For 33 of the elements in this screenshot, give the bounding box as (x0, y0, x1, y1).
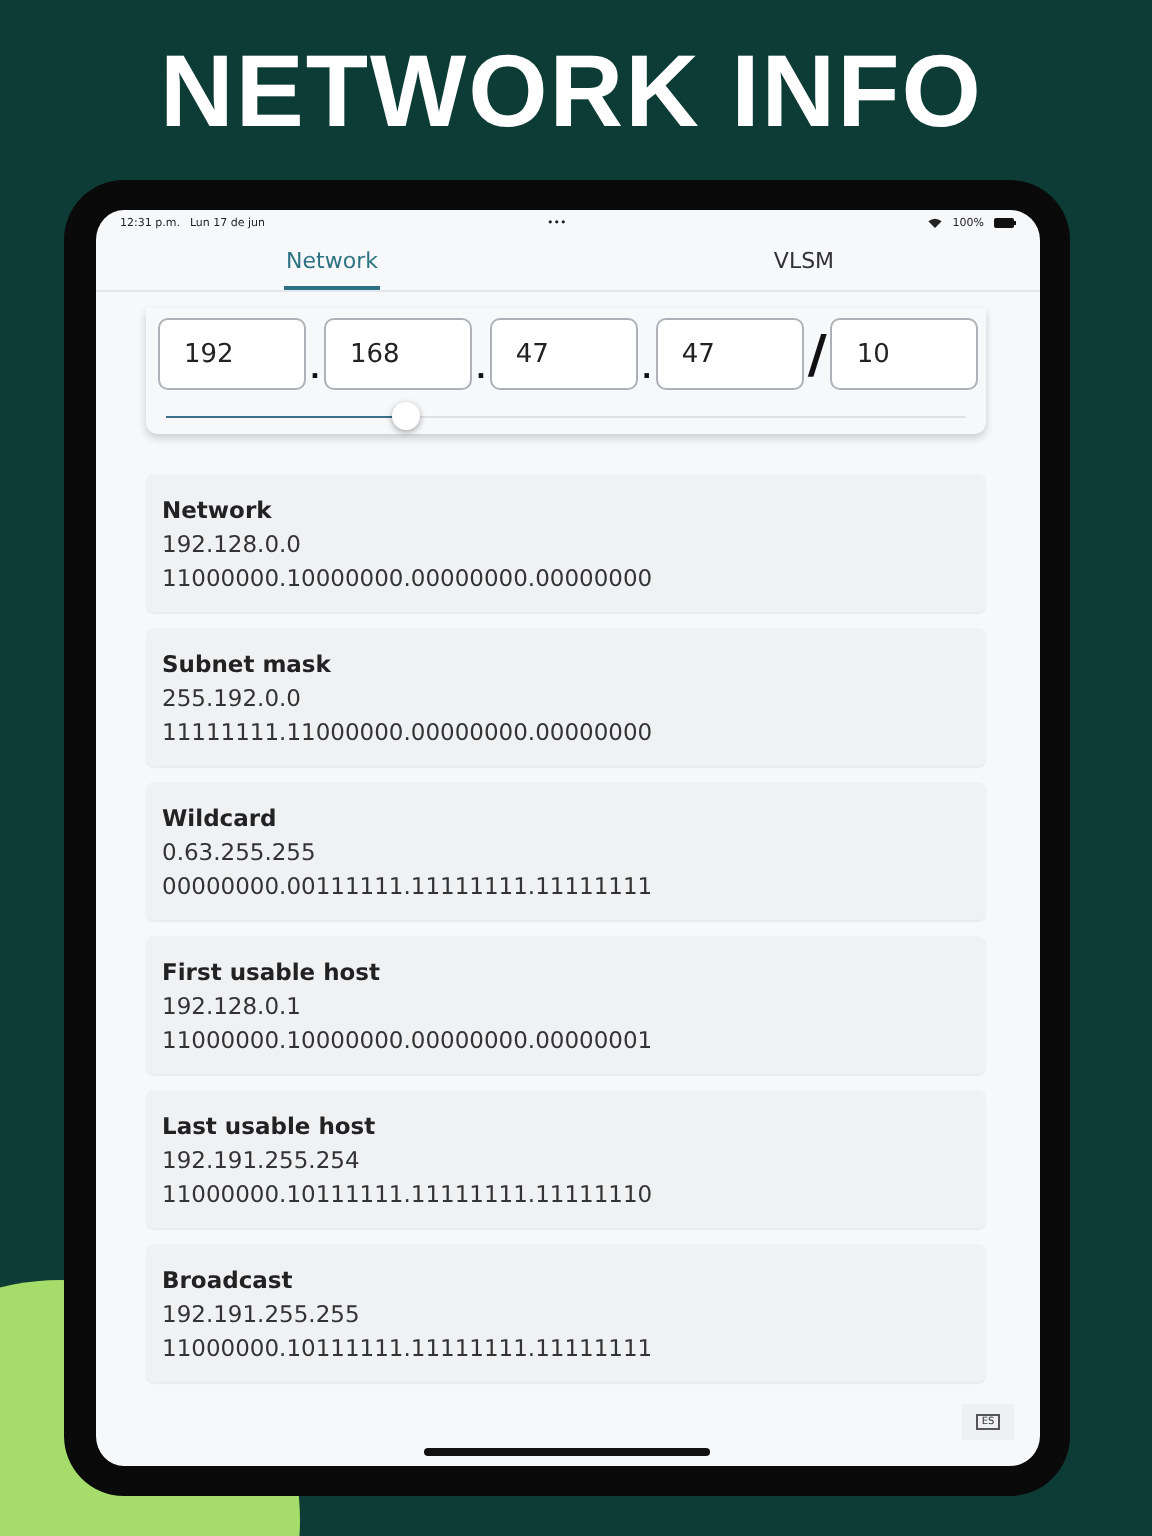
prefix-field[interactable]: 10 (830, 318, 979, 390)
result-title: Broadcast (162, 1264, 295, 1298)
octet-field[interactable]: 47 (489, 318, 638, 390)
dot-separator: . (310, 358, 320, 390)
decimal-value: 0.63.255.255 (162, 836, 318, 870)
result-title: Last usable host (162, 1110, 378, 1144)
octet-field[interactable]: 168 (323, 318, 472, 390)
binary-value: 11000000.10111111.11111111.11111111 (162, 1332, 655, 1366)
binary-value: 00000000.00111111.11111111.11111111 (162, 870, 655, 904)
binary-value: 11000000.10111111.11111111.11111110 (162, 1178, 655, 1212)
binary-value: 11000000.10000000.00000000.00000000 (162, 562, 655, 596)
result-title: First usable host (162, 956, 383, 990)
result-title: Subnet mask (162, 648, 333, 682)
dot-separator: . (641, 358, 652, 390)
wifi-icon (928, 218, 943, 228)
octet-field[interactable]: 47 (655, 318, 804, 390)
battery-icon (993, 218, 1016, 228)
slash-separator: / (807, 330, 827, 390)
headline: NETWORK INFO (158, 31, 985, 151)
decimal-value: 192.191.255.254 (162, 1144, 362, 1178)
tab[interactable]: Network (284, 236, 380, 290)
binary-value: 11111111.11000000.00000000.00000000 (162, 716, 655, 750)
result-title: Network (162, 494, 274, 528)
binary-value: 11000000.10000000.00000000.00000001 (162, 1024, 655, 1058)
octet-field[interactable]: 192 (158, 318, 306, 390)
decimal-value: 192.191.255.255 (162, 1298, 362, 1332)
slider-thumb[interactable] (392, 402, 420, 430)
decimal-value: 192.128.0.1 (162, 990, 303, 1024)
tab[interactable]: VLSM (771, 236, 837, 290)
dot-separator: . (475, 358, 486, 390)
decimal-value: 192.128.0.0 (162, 528, 303, 562)
decimal-value: 255.192.0.0 (162, 682, 303, 716)
result-title: Wildcard (162, 802, 279, 836)
